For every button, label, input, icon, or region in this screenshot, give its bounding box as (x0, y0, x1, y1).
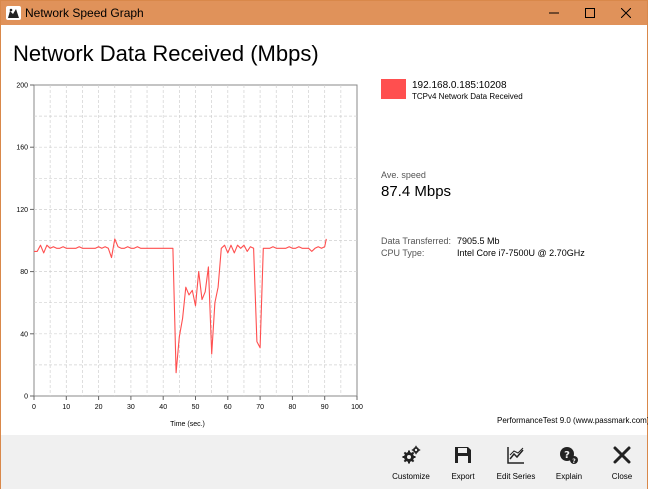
window-title: Network Speed Graph (25, 6, 144, 20)
page-title: Network Data Received (Mbps) (13, 41, 319, 66)
y-tick-label: 120 (16, 207, 28, 214)
ave-speed-label: Ave. speed (381, 170, 426, 180)
bottom-toolbar: Customize Export Edit Series ? ? Explain… (1, 435, 647, 489)
close-icon (621, 8, 631, 18)
customize-label: Customize (392, 472, 430, 481)
x-tick-label: 80 (289, 404, 297, 411)
minimize-icon (549, 12, 559, 14)
x-tick-label: 90 (321, 404, 329, 411)
x-axis-label: Time (sec.) (170, 421, 205, 428)
passmark-app-icon (6, 6, 21, 20)
x-tick-label: 0 (32, 404, 36, 411)
close-button[interactable]: Close (593, 435, 648, 489)
y-tick-label: 40 (20, 331, 28, 338)
explain-button[interactable]: ? ? Explain (540, 435, 598, 489)
close-label: Close (611, 472, 633, 481)
y-tick-label: 200 (16, 83, 28, 90)
title-bar[interactable]: Network Speed Graph (1, 1, 647, 25)
legend-swatch (381, 79, 406, 99)
y-tick-label: 0 (24, 394, 28, 401)
x-tick-label: 10 (62, 404, 70, 411)
x-tick-label: 50 (192, 404, 200, 411)
y-tick-label: 80 (20, 269, 28, 276)
export-button[interactable]: Export (434, 435, 492, 489)
legend-series-detail: TCPv4 Network Data Received (412, 92, 523, 101)
export-label: Export (451, 472, 475, 481)
passmark-credit: PerformanceTest 9.0 (www.passmark.com) (497, 416, 648, 425)
network-speed-graph-window: Network Speed Graph Network Data Receive… (0, 0, 648, 489)
close-x-icon (613, 446, 631, 464)
ave-speed-value: 87.4 Mbps (381, 183, 452, 200)
svg-text:?: ? (572, 458, 576, 465)
gears-icon (402, 445, 421, 464)
x-tick-label: 20 (95, 404, 103, 411)
x-tick-label: 60 (224, 404, 232, 411)
save-icon (455, 447, 471, 463)
data-transferred-label: Data Transferred: (381, 236, 452, 246)
maximize-icon (585, 8, 595, 18)
x-tick-label: 100 (351, 404, 363, 411)
legend-series-name: 192.168.0.185:10208 (412, 80, 507, 91)
x-tick-label: 70 (256, 404, 264, 411)
line-chart-icon (507, 447, 524, 464)
data-transferred-value: 7905.5 Mb (457, 236, 500, 246)
help-icon: ? ? (560, 447, 578, 465)
cpu-type-value: Intel Core i7-7500U @ 2.70GHz (457, 248, 585, 258)
y-tick-label: 160 (16, 145, 28, 152)
network-speed-chart: 0 10 20 30 40 50 60 70 80 90 100 0 40 80 120 160 200 Time… (16, 83, 363, 429)
customize-button[interactable]: Customize (382, 435, 440, 489)
x-tick-label: 40 (159, 404, 167, 411)
edit-series-label: Edit Series (496, 472, 536, 481)
svg-text:?: ? (564, 450, 570, 461)
explain-label: Explain (555, 472, 583, 481)
cpu-type-label: CPU Type: (381, 248, 425, 258)
edit-series-button[interactable]: Edit Series (487, 435, 545, 489)
close-window-button[interactable] (603, 1, 648, 25)
x-tick-label: 30 (127, 404, 135, 411)
